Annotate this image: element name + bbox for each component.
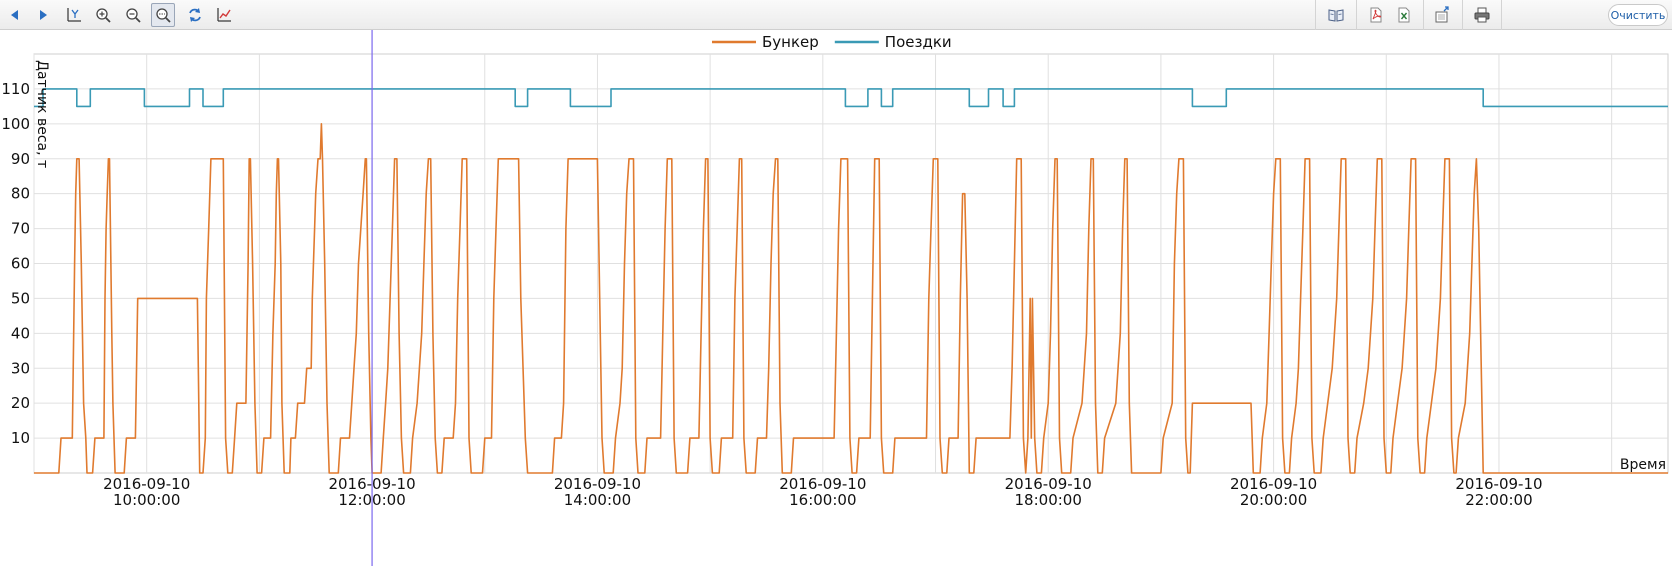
next-button[interactable] [31,3,55,27]
chart-grid [33,53,1669,474]
y-tick-label: 80 [11,185,30,203]
y-tick-label: 100 [1,115,30,133]
prev-button[interactable] [3,3,27,27]
chart-toolbar: Очистить [0,0,1672,30]
y-tick-label: 20 [11,394,30,412]
zoom-reset-button[interactable] [151,3,175,27]
y-tick-label: 110 [1,80,30,98]
x-tick-time: 14:00:00 [564,491,631,509]
clear-button[interactable]: Очистить [1608,4,1668,26]
chart-settings-icon [217,8,231,22]
excel-export-button[interactable] [1392,3,1416,27]
y-tick-label: 10 [11,429,30,447]
chart-settings-button[interactable] [212,3,236,27]
pdf-export-icon [1370,7,1382,23]
zoom-out-button[interactable] [121,3,145,27]
x-tick-time: 22:00:00 [1465,491,1532,509]
print-button[interactable] [1470,3,1494,27]
print-icon [1474,7,1490,23]
y-tick-label: 50 [11,289,30,307]
x-tick-time: 20:00:00 [1240,491,1307,509]
export-button[interactable] [1430,3,1454,27]
zoom-reset-icon [156,8,171,23]
legend-label-0: Бункер [762,33,819,51]
chart-legend: Бункер Поездки [712,33,952,51]
y-tick-label: 30 [11,359,30,377]
y-axis-icon [67,8,81,22]
weight-sensor-chart[interactable]: 10 20 30 40 50 60 70 80 90 100 110 2016-09-1010:00… [0,30,1672,566]
excel-export-icon [1398,7,1410,23]
x-tick-time: 16:00:00 [789,491,856,509]
zoom-in-icon [96,8,111,23]
y-tick-label: 60 [11,255,30,273]
y-tick-label: 90 [11,150,30,168]
x-tick-time: 18:00:00 [1015,491,1082,509]
pdf-export-button[interactable] [1364,3,1388,27]
book-button[interactable] [1324,3,1348,27]
y-axis-label: Датчик веса, т [34,60,50,168]
y-tick-label: 40 [11,324,30,342]
x-tick-time: 10:00:00 [113,491,180,509]
zoom-in-button[interactable] [91,3,115,27]
export-icon [1435,6,1449,23]
y-tick-labels: 10 20 30 40 50 60 70 80 90 100 110 [1,80,30,447]
y-axis-button[interactable] [62,3,86,27]
y-tick-label: 70 [11,220,30,238]
zoom-out-icon [126,8,141,23]
x-tick-labels: 2016-09-1010:00:002016-09-1012:00:002016… [103,475,1542,509]
legend-label-1: Поездки [885,33,952,51]
refresh-button[interactable] [183,3,207,27]
next-icon [40,10,47,20]
refresh-icon [189,8,201,22]
x-axis-label: Время [1620,457,1666,473]
book-icon [1328,9,1344,22]
prev-icon [11,10,18,20]
